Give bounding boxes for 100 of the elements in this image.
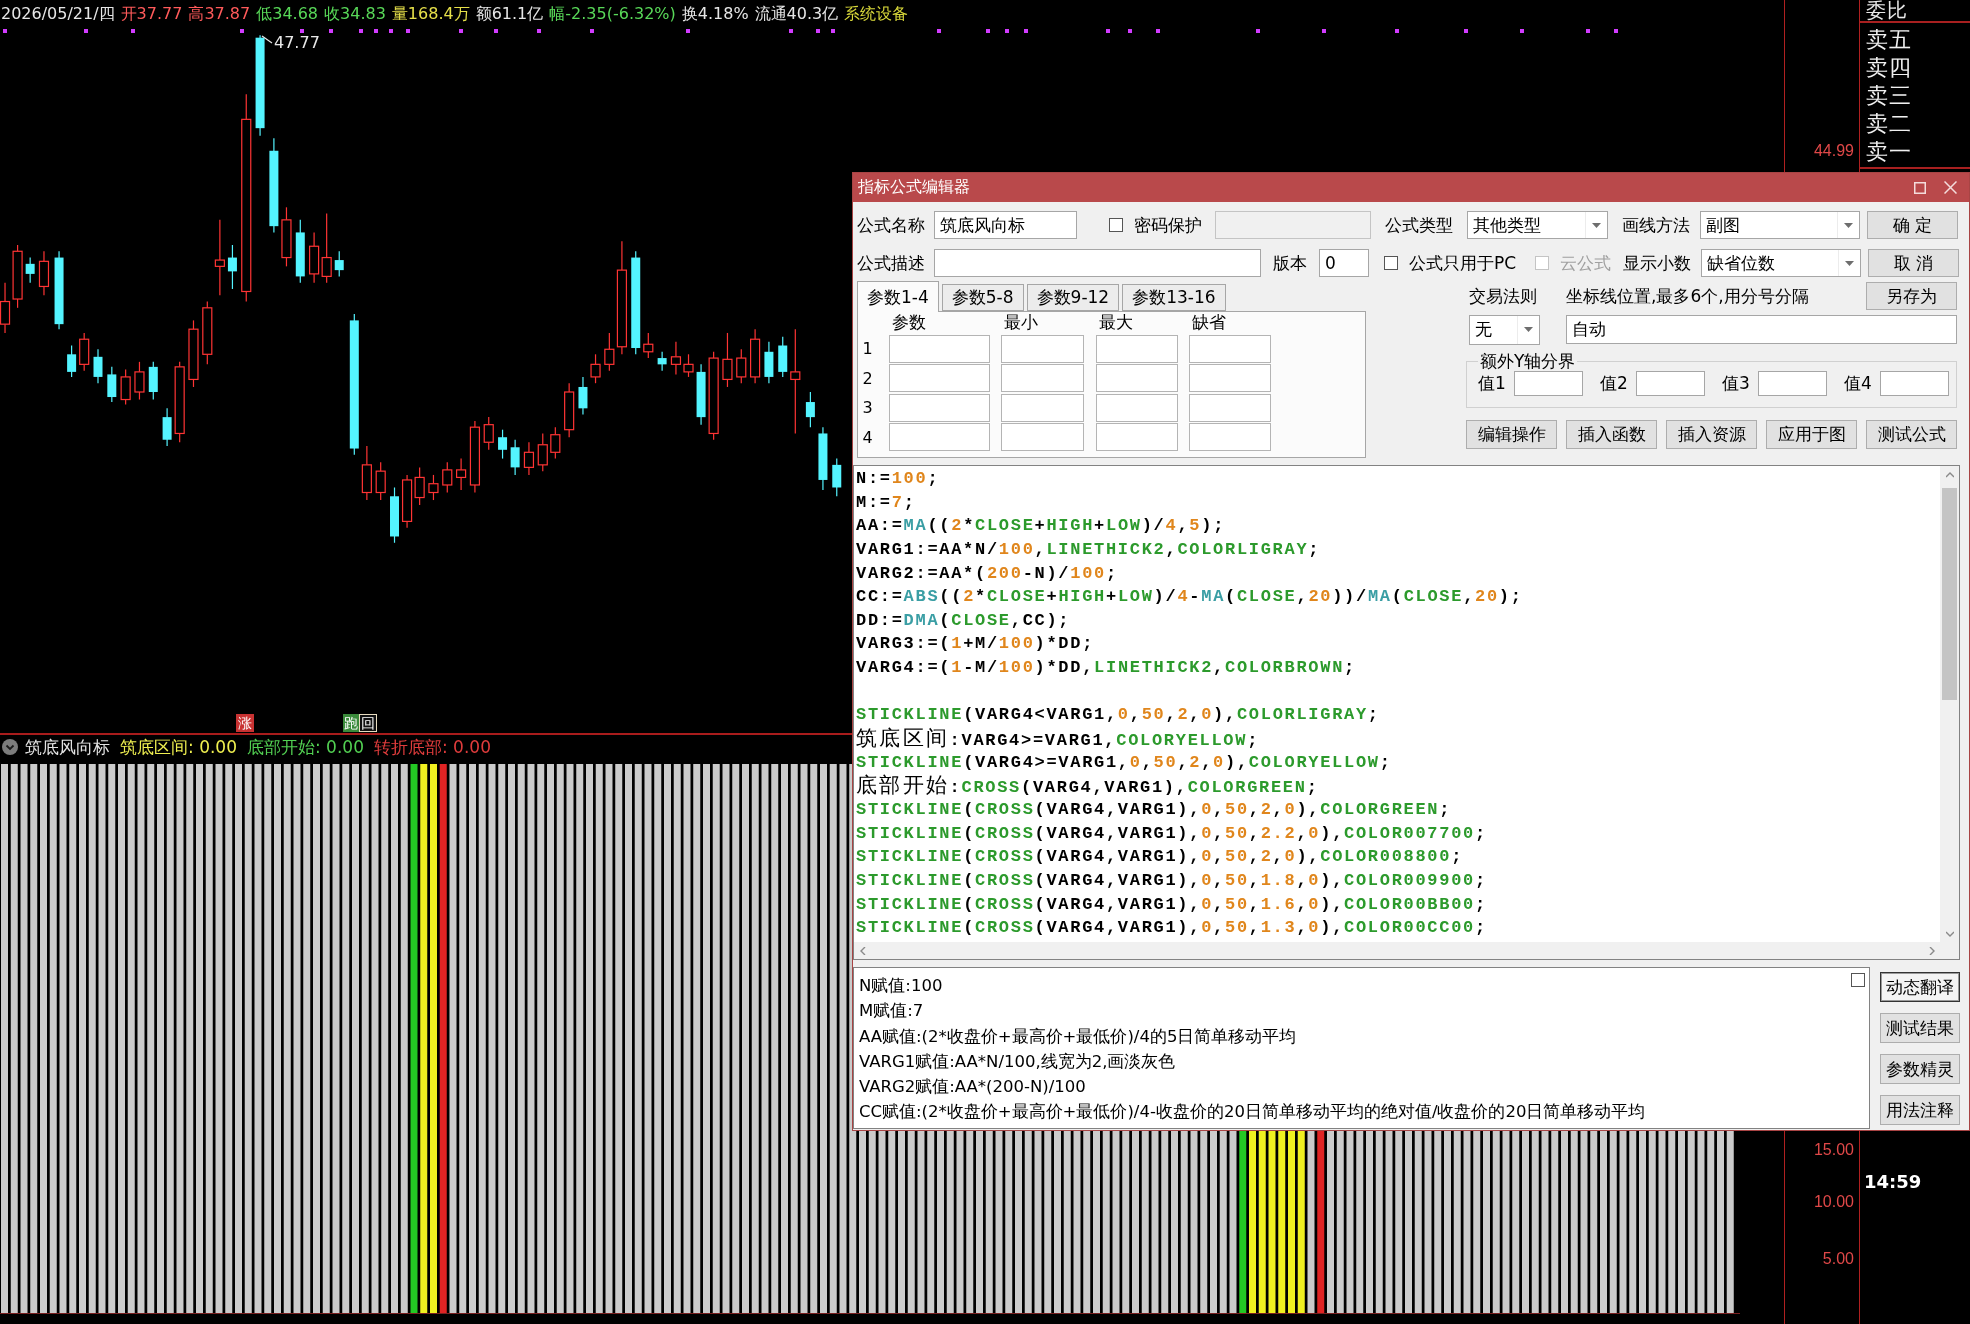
param-input[interactable] bbox=[1095, 364, 1178, 392]
param-input[interactable] bbox=[1189, 423, 1271, 451]
param-tab[interactable]: 参数13-16 bbox=[1122, 284, 1226, 311]
scroll-up-icon[interactable] bbox=[1945, 471, 1954, 478]
code-line: VARG3:=(1+M/100)*DD; bbox=[856, 633, 1095, 656]
param-input[interactable] bbox=[1001, 423, 1084, 451]
insert-resource-button[interactable]: 插入资源 bbox=[1666, 420, 1757, 449]
pc-only-checkbox[interactable] bbox=[1384, 256, 1398, 270]
ask-level-label: 卖四 bbox=[1865, 54, 1913, 82]
indicator-axis-label: 15.00 bbox=[1813, 1141, 1854, 1159]
vertical-scrollbar[interactable] bbox=[1940, 466, 1959, 942]
param-input[interactable] bbox=[888, 423, 990, 451]
quote-text: 收34.83 bbox=[324, 3, 386, 25]
param-input[interactable] bbox=[1095, 334, 1178, 363]
scroll-left-icon[interactable] bbox=[859, 946, 866, 955]
translation-checkbox[interactable] bbox=[1851, 973, 1865, 987]
formula-name-field[interactable]: 筑底风向标 bbox=[934, 211, 1077, 239]
chevron-circle-icon[interactable] bbox=[2, 739, 18, 755]
param-tab[interactable]: 参数5-8 bbox=[941, 284, 1024, 311]
field-label: 画线方法 bbox=[1622, 213, 1691, 237]
param-input[interactable] bbox=[1001, 364, 1084, 392]
horizontal-scrollbar[interactable] bbox=[854, 942, 1959, 959]
close-icon[interactable] bbox=[1944, 181, 1957, 194]
group-title: 额外Y轴分界 bbox=[1479, 353, 1577, 370]
translation-line: VARG2赋值:AA*(200-N)/100 bbox=[859, 1076, 1086, 1099]
insert-function-button[interactable]: 插入函数 bbox=[1566, 420, 1657, 449]
translate-button[interactable]: 动态翻译 bbox=[1880, 972, 1960, 1002]
test-result-button[interactable]: 测试结果 bbox=[1880, 1013, 1960, 1043]
edit-operations-button[interactable]: 编辑操作 bbox=[1466, 420, 1557, 449]
code-editor[interactable] bbox=[853, 465, 1960, 960]
row-number: 2 bbox=[862, 368, 873, 388]
code-line: CC:=ABS((2*CLOSE+HIGH+LOW)/4-MA(CLOSE,20))/MA(CLOSE,20); bbox=[856, 586, 1523, 609]
quote-text: 低34.68 bbox=[256, 3, 319, 25]
price-axis-label: 44.99 bbox=[1813, 142, 1854, 160]
column-header: 最小 bbox=[1003, 312, 1038, 333]
axis-lines-field[interactable]: 自动 bbox=[1566, 315, 1957, 344]
trade-rule-select[interactable]: 无 bbox=[1469, 314, 1540, 345]
quote-text: 额61.1亿 bbox=[475, 3, 544, 25]
quote-text: 流通40.3亿 bbox=[754, 3, 839, 25]
value-field[interactable] bbox=[1880, 371, 1949, 396]
decimals-select[interactable]: 缺省位数 bbox=[1701, 249, 1861, 277]
column-header: 最大 bbox=[1097, 312, 1133, 333]
password-field[interactable] bbox=[1215, 211, 1371, 239]
param-input[interactable] bbox=[1095, 423, 1178, 451]
param-tab[interactable]: 参数9-12 bbox=[1026, 284, 1120, 311]
field-label: 交易法则 bbox=[1469, 284, 1538, 308]
ask-level-label: 卖一 bbox=[1865, 138, 1913, 166]
quote-text: 系统设备 bbox=[844, 3, 909, 25]
test-formula-button[interactable]: 测试公式 bbox=[1866, 420, 1957, 449]
param-input[interactable] bbox=[1189, 393, 1271, 422]
code-line: STICKLINE(CROSS(VARG4,VARG1),0,50,2,0),COLOR008800; bbox=[856, 846, 1464, 869]
param-input[interactable] bbox=[888, 393, 990, 422]
field-label: 公式类型 bbox=[1385, 213, 1454, 237]
field-label: 公式名称 bbox=[857, 213, 926, 237]
scroll-right-icon[interactable] bbox=[1928, 946, 1935, 955]
checkbox-label: 公式只用于PC bbox=[1409, 251, 1518, 275]
param-wizard-button[interactable]: 参数精灵 bbox=[1880, 1054, 1960, 1084]
code-line: STICKLINE(CROSS(VARG4,VARG1),0,50,2,0),COLORGREEN; bbox=[856, 798, 1452, 821]
column-header: 参数 bbox=[890, 312, 926, 333]
password-checkbox[interactable] bbox=[1109, 218, 1123, 232]
scrollbar-thumb[interactable] bbox=[1942, 488, 1957, 700]
value-field[interactable] bbox=[1636, 371, 1705, 396]
usage-notes-button[interactable]: 用法注释 bbox=[1880, 1095, 1960, 1125]
param-input[interactable] bbox=[888, 364, 990, 392]
caret-down-icon bbox=[1845, 260, 1854, 266]
confirm-button[interactable]: 确 定 bbox=[1867, 211, 1958, 239]
param-input[interactable] bbox=[1001, 393, 1084, 422]
param-input[interactable] bbox=[1001, 334, 1084, 363]
code-line: N:=100; bbox=[856, 468, 940, 490]
description-field[interactable] bbox=[934, 249, 1261, 277]
column-header: 缺省 bbox=[1191, 312, 1226, 333]
param-input[interactable] bbox=[1095, 393, 1178, 422]
translation-line: VARG1赋值:AA*N/100,线宽为2,画淡灰色 bbox=[859, 1050, 1176, 1073]
cancel-button[interactable]: 取 消 bbox=[1868, 249, 1959, 277]
save-as-button[interactable]: 另存为 bbox=[1866, 282, 1957, 310]
maximize-icon[interactable] bbox=[1914, 181, 1926, 194]
version-field[interactable]: 0 bbox=[1319, 249, 1369, 277]
value-field[interactable] bbox=[1514, 371, 1583, 396]
apply-to-chart-button[interactable]: 应用于图 bbox=[1766, 420, 1857, 449]
scroll-down-icon[interactable] bbox=[1945, 930, 1954, 937]
param-tab[interactable]: 参数1-4 bbox=[857, 281, 939, 312]
code-line: 筑底区间:VARG4>=VARG1,COLORYELLOW; bbox=[856, 727, 1260, 751]
row-number: 1 bbox=[862, 339, 873, 358]
param-input[interactable] bbox=[888, 334, 990, 363]
checkbox-label: 云公式 bbox=[1560, 251, 1612, 275]
code-line: STICKLINE(VARG4>=VARG1,0,50,2,0),COLORYELLOW; bbox=[856, 751, 1392, 774]
formula-type-select[interactable]: 其他类型 bbox=[1467, 211, 1608, 239]
code-line: VARG2:=AA*(200-N)/100; bbox=[856, 562, 1118, 585]
code-line: STICKLINE(VARG4<VARG1,0,50,2,0),COLORLIGRAY; bbox=[856, 704, 1380, 727]
param-input[interactable] bbox=[1189, 364, 1271, 392]
indicator-axis-label: 10.00 bbox=[1813, 1193, 1854, 1211]
param-input[interactable] bbox=[1189, 334, 1271, 363]
translation-line: N赋值:100 bbox=[859, 975, 943, 997]
field-label: 值1 bbox=[1478, 372, 1507, 395]
draw-method-select[interactable]: 副图 bbox=[1700, 211, 1860, 239]
ask-level-label: 卖三 bbox=[1865, 82, 1913, 110]
value-field[interactable] bbox=[1758, 371, 1827, 396]
indicator-reading: 底部开始: 0.00 bbox=[247, 735, 364, 759]
quote-text: 量168.4万 bbox=[391, 3, 470, 25]
code-line: STICKLINE(CROSS(VARG4,VARG1),0,50,1.6,0),COLOR00BB00; bbox=[856, 893, 1487, 916]
